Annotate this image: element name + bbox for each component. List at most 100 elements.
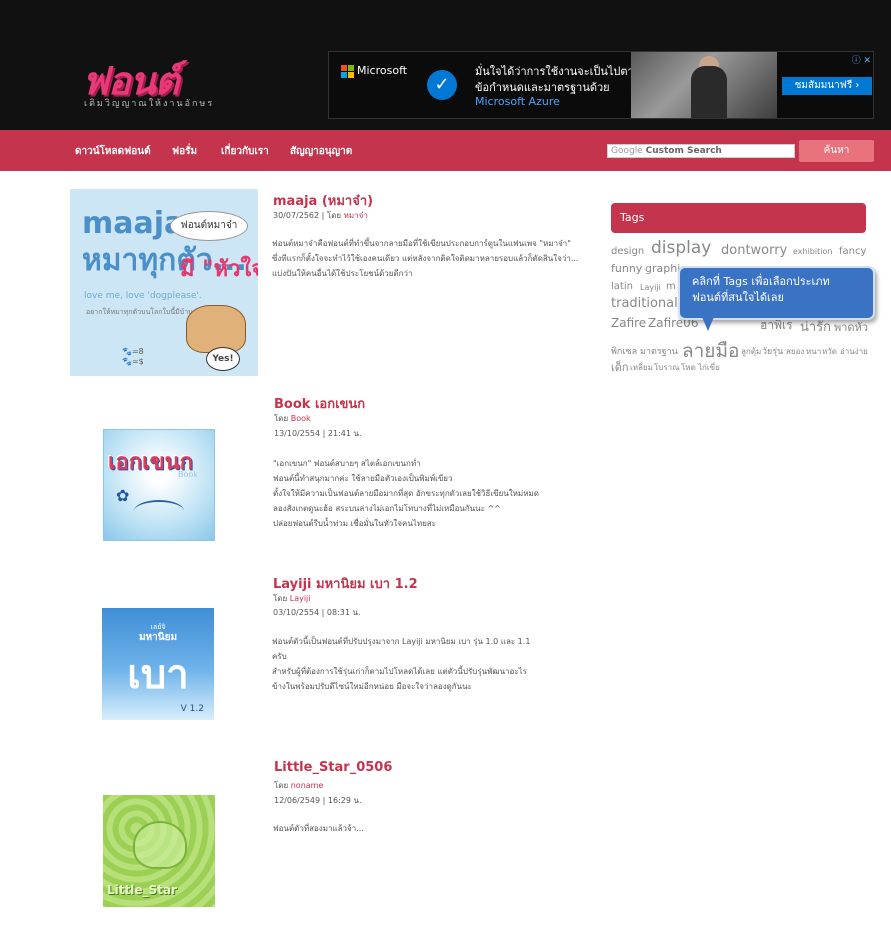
tag-link[interactable]: traditional — [611, 296, 678, 311]
excerpt-line: แบ่งปันให้คนอื่นได้ใช้ประโยชน์ด้วยดีกว่า — [272, 269, 413, 278]
dog-illustration — [186, 305, 246, 353]
tag-link[interactable]: display — [651, 238, 711, 258]
butterfly-illustration — [133, 821, 187, 869]
tag-link[interactable]: เหลี่ยม — [630, 361, 653, 374]
search-button[interactable]: ค้นหา — [799, 140, 874, 162]
callout-line2: ฟอนต์ที่สนใจได้เลย — [692, 291, 784, 304]
post-author-link[interactable]: noname — [291, 781, 324, 790]
tag-link[interactable]: วัยรุ่น — [762, 344, 783, 358]
post-meta: โดย Book — [274, 412, 311, 425]
post-by: โดย — [274, 414, 291, 423]
post-excerpt: "เอกเขนก" ฟอนต์สบายๆ สไตล์เอกเขนกท่ำ ฟอน… — [273, 456, 539, 531]
tag-link[interactable]: โหด — [681, 361, 696, 374]
microsoft-logo-icon — [341, 64, 354, 78]
thumb-text: Little_Star — [107, 883, 177, 897]
nav-item-about[interactable]: เกี่ยวกับเรา — [221, 144, 269, 159]
tag-link[interactable]: สยอง — [786, 345, 804, 358]
thumb-text: 🐾=8 🐾=$ — [122, 347, 144, 366]
callout-line1: คลิกที่ Tags เพื่อเลือกประเภท — [692, 275, 830, 288]
search-input[interactable]: Google Custom Search — [607, 144, 795, 158]
tag-link[interactable]: เด็ก — [611, 358, 629, 376]
tag-link[interactable]: design — [611, 246, 644, 257]
tag-link[interactable]: พาดหัว — [834, 318, 868, 336]
tag-link[interactable]: Zafire — [611, 316, 646, 330]
callout-pointer — [702, 317, 714, 331]
post-excerpt: ฟอนต์ตัวนี้เป็นฟอนต์ที่ปรับปรุงมาจาก Lay… — [272, 634, 530, 694]
post-author-link[interactable]: หมาจ๋า — [344, 211, 368, 220]
tags-heading: Tags — [611, 203, 866, 233]
ad-brand-name: Microsoft — [357, 64, 408, 77]
post-excerpt: ฟอนต์หมาจ๋าคือฟอนต์ที่ทำขึ้นจากลายมือที่… — [272, 236, 578, 281]
speech-bubble: Yes! — [206, 347, 240, 371]
post-by: โดย — [274, 781, 291, 790]
excerpt-line: "เอกเขนก" ฟอนต์สบายๆ สไตล์เอกเขนกท่ำ — [273, 459, 421, 468]
post-date: 30/07/2562 | โดย — [273, 211, 344, 220]
tag-link[interactable]: latin — [611, 281, 633, 292]
post-title[interactable]: Layiji มหานิยม เบา 1.2 — [273, 573, 418, 594]
nav-item-license[interactable]: สัญญาอนุญาต — [290, 144, 352, 159]
thumb-text: love me, love 'dogplease'. — [84, 291, 202, 301]
excerpt-line: ข้างในพร้อมปรับดีไซน์ใหม่อีกหน่อย มือจะใ… — [272, 682, 472, 691]
site-header: ฟอนต์ เติมวิญญาณให้งานอักษร Microsoft ✓ … — [0, 0, 891, 130]
tag-link[interactable]: หนา — [806, 345, 821, 358]
post-meta: 30/07/2562 | โดย หมาจ๋า — [273, 209, 368, 222]
excerpt-line: ครับ — [272, 652, 287, 661]
tag-link[interactable]: dontworry — [721, 243, 787, 258]
post-author-link[interactable]: Book — [291, 414, 311, 423]
nav-item-download[interactable]: ดาวน์โหลดฟอนต์ — [75, 144, 151, 159]
tag-link[interactable]: อ่านง่าย — [840, 345, 868, 358]
ad-cta-button[interactable]: ชมสัมมนาฟรี › — [782, 77, 872, 95]
ad-brand: Microsoft — [341, 64, 408, 78]
post-date: 12/06/2549 | 16:29 น. — [274, 796, 362, 805]
post-title[interactable]: maaja (หมาจ๋า) — [273, 190, 373, 211]
ad-info-close-icon[interactable]: ⓘ ✕ — [852, 53, 871, 66]
flower-icon: ✿ — [116, 486, 130, 505]
check-icon: ✓ — [427, 70, 457, 100]
ad-text-line3: Microsoft Azure — [475, 95, 560, 108]
tag-link[interactable]: มาตรฐาน — [640, 344, 678, 358]
tag-link[interactable]: fancy — [839, 246, 866, 257]
thumb-text: มี "หัวใจ" — [180, 257, 258, 282]
tag-link[interactable]: โบราณ — [654, 361, 680, 374]
excerpt-line: ฟอนต์หมาจ๋าคือฟอนต์ที่ทำขึ้นจากลายมือที่… — [272, 239, 571, 248]
figure-illustration — [134, 500, 184, 522]
tag-link[interactable]: m — [666, 281, 676, 292]
site-logo[interactable]: ฟอนต์ เติมวิญญาณให้งานอักษร — [82, 50, 242, 112]
post-thumbnail[interactable]: เอกเขนก Book ✿ — [103, 429, 215, 541]
tag-link[interactable]: funny — [611, 262, 642, 275]
ad-banner[interactable]: Microsoft ✓ มั่นใจได้ว่าการใช้งานจะเป็นไ… — [328, 51, 874, 119]
tag-link[interactable]: ลูกตุ้ม — [741, 345, 761, 358]
tooltip-callout: คลิกที่ Tags เพื่อเลือกประเภท ฟอนต์ที่สน… — [678, 266, 875, 320]
excerpt-line: ปล่อยฟอนต์รีบน้ำท่วม เชื่อมั่นในหัวใจคนไ… — [273, 519, 436, 528]
excerpt-line: สำหรับผู้ที่ต้องการใช้รุ่นเก่าก็ตามไปโหล… — [272, 667, 527, 676]
post-meta: โดย noname — [274, 779, 323, 792]
ad-text-line2: ข้อกำหนดและมาตรฐานด้วย — [475, 81, 610, 94]
thumb-text: maaja — [82, 206, 185, 241]
post-date: 03/10/2554 | 08:31 น. — [273, 608, 361, 617]
tag-link[interactable]: พิกเซล — [611, 344, 637, 358]
post-thumbnail[interactable]: เลย์จิ มหานิยม เบา V 1.2 — [102, 608, 214, 720]
excerpt-line: ฟอนต์นี้ทำสนุกมากค่ะ ใช้ลายมือตัวเองเป็น… — [273, 474, 453, 483]
logo-tagline: เติมวิญญาณให้งานอักษร — [84, 99, 215, 109]
tag-link[interactable]: หวัด — [822, 345, 837, 358]
post-excerpt: ฟอนต์ตัวที่สองมาแล้วจ้า... — [273, 821, 364, 836]
tag-link[interactable]: ไก่เขี่ย — [698, 361, 720, 374]
post-date: 13/10/2554 | 21:41 น. — [274, 429, 362, 438]
excerpt-line: ซึ่งทีแรกก็ตั้งใจจะทำไว้ใช้เองคนเดียว แต… — [272, 254, 579, 263]
post-title[interactable]: Little_Star_0506 — [274, 760, 392, 775]
tag-link[interactable]: exhibition — [793, 247, 832, 256]
thumb-text: เบา — [127, 652, 189, 698]
excerpt-line: ฟอนต์ตัวที่สองมาแล้วจ้า... — [273, 824, 364, 833]
excerpt-line: ลองสังเกตดูนะฮ้อ สระบนล่างไม่เอกไม่โทบาง… — [273, 504, 501, 513]
post-title[interactable]: Book เอกเขนก — [274, 393, 365, 414]
excerpt-line: ตั้งใจให้มีความเป็นฟอนต์ลายมือมากที่สุด … — [273, 489, 539, 498]
post-meta: โดย Layiji — [273, 592, 311, 605]
thumb-text: อยากให้หมาทุกตัวบนโลกใบนี้มีบ้าน — [86, 308, 193, 316]
ad-photo — [631, 52, 777, 118]
post-author-link[interactable]: Layiji — [290, 594, 311, 603]
excerpt-line: ฟอนต์ตัวนี้เป็นฟอนต์ที่ปรับปรุงมาจาก Lay… — [272, 637, 531, 646]
nav-item-forum[interactable]: ฟอรั่ม — [172, 144, 197, 159]
tag-link[interactable]: Layiji — [640, 283, 661, 292]
post-thumbnail[interactable]: maaja หมาทุกตัว... ฟอนต์หมาจ๋า มี "หัวใจ… — [70, 189, 258, 376]
post-thumbnail[interactable]: Little_Star — [103, 795, 215, 907]
